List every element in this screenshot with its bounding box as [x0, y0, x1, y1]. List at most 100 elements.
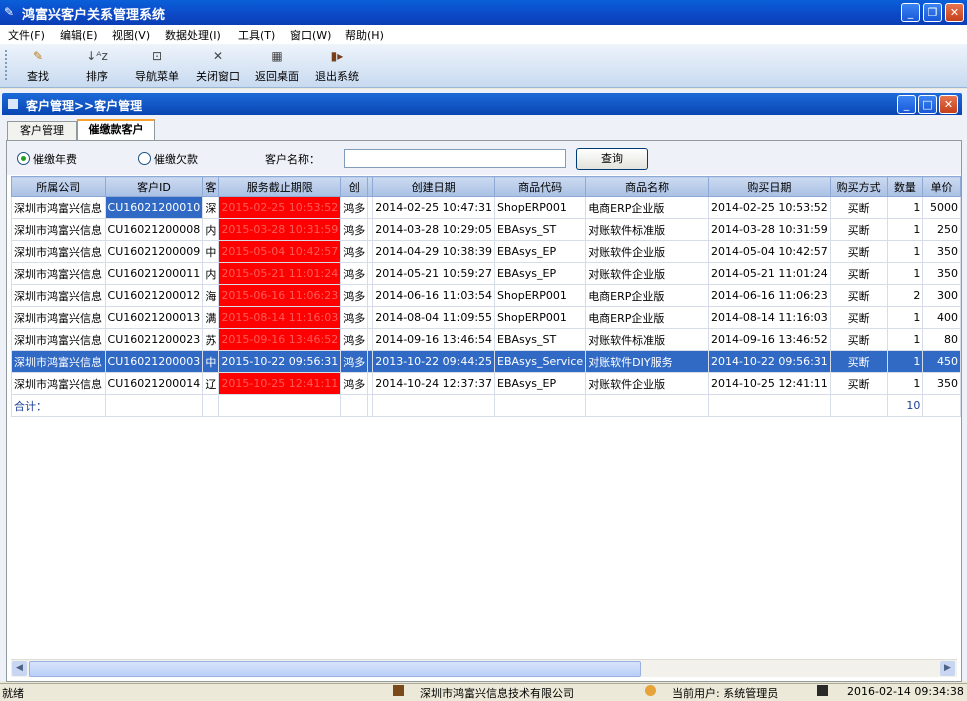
- cell-product-code[interactable]: EBAsys_Service: [494, 350, 587, 373]
- cell-product-name[interactable]: 对账软件企业版: [585, 372, 709, 395]
- cell-purchase-method[interactable]: 买断: [829, 262, 888, 285]
- cell-created-date[interactable]: 2014-02-25 10:47:31: [372, 196, 496, 219]
- cell-customer-id[interactable]: CU16021200012: [104, 284, 204, 307]
- radio-annual-fee[interactable]: 催缴年费: [17, 151, 77, 167]
- cell-created-date[interactable]: 2014-03-28 10:29:05: [372, 218, 496, 241]
- cell-service-deadline[interactable]: 2015-10-25 12:41:11: [218, 372, 342, 395]
- cell-purchase-method[interactable]: 买断: [829, 350, 888, 373]
- cell-purchase-date[interactable]: 2014-09-16 13:46:52: [707, 328, 831, 351]
- cell-customer-id[interactable]: CU16021200009: [104, 240, 204, 263]
- cell-company[interactable]: 深圳市鸿富兴信息: [11, 350, 106, 373]
- cell-quantity[interactable]: 1: [886, 240, 924, 263]
- toolbar-exit-button[interactable]: ▮▸ 退出系统: [309, 47, 365, 85]
- table-row[interactable]: 深圳市鸿富兴信息 CU16021200009 中 2015-05-04 10:42:5…: [11, 240, 961, 263]
- cell-quantity[interactable]: 2: [886, 284, 924, 307]
- cell-unit-price[interactable]: 250: [922, 218, 961, 241]
- col-header-customer-id[interactable]: 客户ID: [104, 176, 204, 197]
- cell-creator[interactable]: 鸿多: [340, 372, 369, 395]
- cell-customer[interactable]: 苏: [202, 328, 220, 351]
- cell-product-code[interactable]: EBAsys_EP: [494, 372, 587, 395]
- cell-purchase-date[interactable]: 2014-03-28 10:31:59: [707, 218, 831, 241]
- menu-view[interactable]: 视图(V): [112, 27, 150, 43]
- menu-edit[interactable]: 编辑(E): [60, 27, 98, 43]
- cell-customer[interactable]: 中: [202, 350, 220, 373]
- cell-purchase-date[interactable]: 2014-05-04 10:42:57: [707, 240, 831, 263]
- cell-product-name[interactable]: 对账软件DIY服务: [585, 350, 709, 373]
- cell-creator[interactable]: 鸿多: [340, 328, 369, 351]
- cell-purchase-method[interactable]: 买断: [829, 218, 888, 241]
- cell-customer-id[interactable]: CU16021200003: [104, 350, 204, 373]
- tab-customer-management[interactable]: 客户管理: [7, 121, 77, 140]
- cell-purchase-method[interactable]: 买断: [829, 284, 888, 307]
- cell-unit-price[interactable]: 5000: [922, 196, 961, 219]
- table-row[interactable]: 深圳市鸿富兴信息 CU16021200003 中 2015-10-22 09:56:3…: [11, 350, 961, 373]
- cell-quantity[interactable]: 1: [886, 306, 924, 329]
- radio-arrears[interactable]: 催缴欠款: [138, 151, 198, 167]
- cell-service-deadline[interactable]: 2015-08-14 11:16:03: [218, 306, 342, 329]
- cell-company[interactable]: 深圳市鸿富兴信息: [11, 306, 106, 329]
- col-header-purchase-date[interactable]: 购买日期: [707, 176, 831, 197]
- cell-purchase-method[interactable]: 买断: [829, 306, 888, 329]
- cell-purchase-date[interactable]: 2014-05-21 11:01:24: [707, 262, 831, 285]
- toolbar-nav-menu-button[interactable]: ⊡ 导航菜单: [129, 47, 185, 85]
- col-header-unit-price[interactable]: 单价: [922, 176, 961, 197]
- cell-created-date[interactable]: 2013-10-22 09:44:25: [372, 350, 496, 373]
- cell-purchase-date[interactable]: 2014-08-14 11:16:03: [707, 306, 831, 329]
- cell-unit-price[interactable]: 300: [922, 284, 961, 307]
- menu-tools[interactable]: 工具(T): [238, 27, 275, 43]
- horizontal-scrollbar[interactable]: ◀ ▶: [11, 659, 957, 677]
- cell-created-date[interactable]: 2014-09-16 13:46:54: [372, 328, 496, 351]
- cell-service-deadline[interactable]: 2015-06-16 11:06:23: [218, 284, 342, 307]
- table-row[interactable]: 深圳市鸿富兴信息 CU16021200012 海 2015-06-16 11:06:2…: [11, 284, 961, 307]
- cell-customer-id[interactable]: CU16021200011: [104, 262, 204, 285]
- cell-purchase-method[interactable]: 买断: [829, 328, 888, 351]
- toolbar-search-button[interactable]: ✎ 查找: [10, 47, 66, 85]
- cell-created-date[interactable]: 2014-10-24 12:37:37: [372, 372, 496, 395]
- minimize-button[interactable]: _: [901, 3, 920, 22]
- cell-product-name[interactable]: 对账软件企业版: [585, 262, 709, 285]
- cell-product-name[interactable]: 对账软件企业版: [585, 240, 709, 263]
- cell-purchase-date[interactable]: 2014-02-25 10:53:52: [707, 196, 831, 219]
- tab-dunning-customers[interactable]: 催缴款客户: [77, 119, 155, 142]
- cell-quantity[interactable]: 1: [886, 372, 924, 395]
- cell-purchase-method[interactable]: 买断: [829, 196, 888, 219]
- col-header-creator[interactable]: 创: [340, 176, 369, 197]
- cell-service-deadline[interactable]: 2015-05-04 10:42:57: [218, 240, 342, 263]
- cell-company[interactable]: 深圳市鸿富兴信息: [11, 284, 106, 307]
- cell-creator[interactable]: 鸿多: [340, 262, 369, 285]
- cell-service-deadline[interactable]: 2015-02-25 10:53:52: [218, 196, 342, 219]
- col-header-product-code[interactable]: 商品代码: [494, 176, 587, 197]
- cell-company[interactable]: 深圳市鸿富兴信息: [11, 240, 106, 263]
- cell-purchase-method[interactable]: 买断: [829, 372, 888, 395]
- cell-product-name[interactable]: 电商ERP企业版: [585, 196, 709, 219]
- table-row[interactable]: 深圳市鸿富兴信息 CU16021200008 内 2015-03-28 10:31:5…: [11, 218, 961, 241]
- close-button[interactable]: ✕: [945, 3, 964, 22]
- cell-purchase-method[interactable]: 买断: [829, 240, 888, 263]
- col-header-purchase-method[interactable]: 购买方式: [829, 176, 888, 197]
- table-row[interactable]: 深圳市鸿富兴信息 CU16021200014 辽 2015-10-25 12:41:1…: [11, 372, 961, 395]
- child-maximize-button[interactable]: □: [918, 95, 937, 114]
- cell-quantity[interactable]: 1: [886, 218, 924, 241]
- toolbar-grip[interactable]: [5, 50, 9, 80]
- child-close-button[interactable]: ✕: [939, 95, 958, 114]
- cell-customer[interactable]: 内: [202, 218, 220, 241]
- cell-product-code[interactable]: EBAsys_ST: [494, 328, 587, 351]
- restore-button[interactable]: ❐: [923, 3, 942, 22]
- cell-company[interactable]: 深圳市鸿富兴信息: [11, 218, 106, 241]
- cell-product-code[interactable]: ShopERP001: [494, 306, 587, 329]
- col-header-created-date[interactable]: 创建日期: [372, 176, 496, 197]
- cell-company[interactable]: 深圳市鸿富兴信息: [11, 372, 106, 395]
- table-row[interactable]: 深圳市鸿富兴信息 CU16021200011 内 2015-05-21 11:01:2…: [11, 262, 961, 285]
- cell-unit-price[interactable]: 80: [922, 328, 961, 351]
- cell-customer-id[interactable]: CU16021200023: [104, 328, 204, 351]
- cell-creator[interactable]: 鸿多: [340, 306, 369, 329]
- cell-creator[interactable]: 鸿多: [340, 350, 369, 373]
- cell-created-date[interactable]: 2014-06-16 11:03:54: [372, 284, 496, 307]
- cell-service-deadline[interactable]: 2015-03-28 10:31:59: [218, 218, 342, 241]
- menu-window[interactable]: 窗口(W): [290, 27, 331, 43]
- cell-customer[interactable]: 深: [202, 196, 220, 219]
- cell-customer-id[interactable]: CU16021200014: [104, 372, 204, 395]
- cell-product-code[interactable]: EBAsys_EP: [494, 262, 587, 285]
- cell-quantity[interactable]: 1: [886, 350, 924, 373]
- cell-unit-price[interactable]: 350: [922, 262, 961, 285]
